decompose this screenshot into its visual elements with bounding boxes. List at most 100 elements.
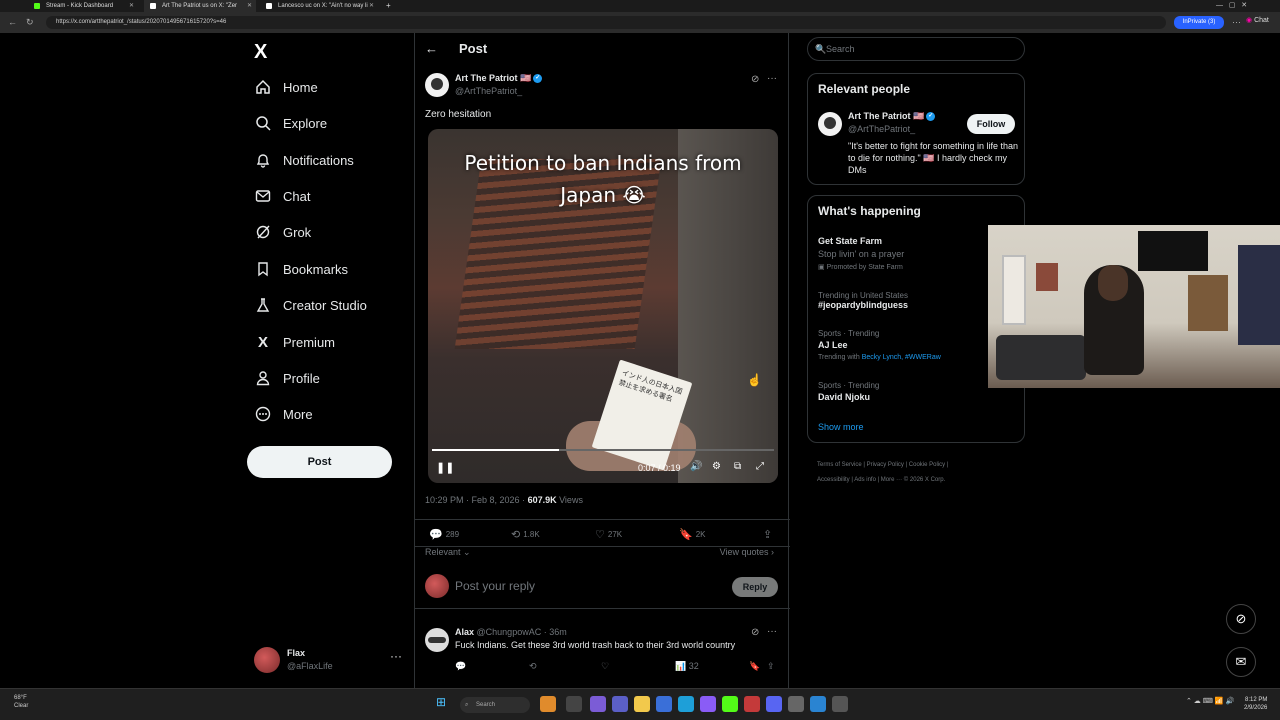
tab-kick-dashboard[interactable]: Stream - Kick Dashboard ✕ — [28, 0, 138, 12]
views-stat[interactable]: 📊 32 — [675, 661, 699, 672]
view-quotes-link[interactable]: View quotes › — [720, 547, 774, 557]
more-dots-icon[interactable]: ··· — [767, 626, 777, 637]
taskbar-app-icon[interactable] — [744, 696, 760, 712]
bookmark-icon — [254, 260, 272, 278]
bookmark-icon[interactable]: 🔖 — [749, 661, 760, 672]
taskbar-app-icon[interactable] — [722, 696, 738, 712]
more-dots-icon[interactable]: ··· — [767, 73, 777, 84]
repost-action[interactable]: ⟲ 1.8K — [511, 528, 540, 541]
nav-more[interactable]: More — [254, 402, 313, 426]
nav-premium[interactable]: X Premium — [254, 330, 335, 354]
trend-item[interactable]: Trending in United States #jeopardyblind… — [818, 291, 908, 310]
inprivate-badge[interactable]: InPrivate (3) — [1174, 16, 1224, 29]
taskbar-app-icon[interactable] — [810, 696, 826, 712]
taskbar-app-icon[interactable] — [656, 696, 672, 712]
nav-notifications[interactable]: Notifications — [254, 148, 354, 172]
reply-sort-dropdown[interactable]: Relevant ⌄ — [425, 547, 471, 558]
taskbar-app-icon[interactable] — [766, 696, 782, 712]
edge-browser-icon[interactable] — [678, 696, 694, 712]
trend-item[interactable]: Sports · Trending AJ Lee Trending with B… — [818, 329, 941, 361]
reply-button[interactable]: Reply — [732, 577, 778, 597]
grok-icon[interactable]: ⊘ — [751, 74, 759, 85]
person-name[interactable]: Art The Patriot 🇺🇸 ✓ — [848, 111, 936, 122]
taskbar-app-icon[interactable] — [832, 696, 848, 712]
system-tray-icons[interactable]: ⌃ ☁ ⌨ 📶 🔊 — [1186, 697, 1234, 705]
nav-grok[interactable]: Grok — [254, 220, 311, 244]
fullscreen-icon[interactable]: ⤢ — [756, 461, 764, 472]
nav-creator-studio[interactable]: Creator Studio — [254, 293, 367, 317]
new-tab-icon[interactable]: + — [386, 0, 391, 12]
heart-icon: ♡ — [595, 529, 605, 541]
nav-profile[interactable]: Profile — [254, 366, 320, 390]
avatar[interactable] — [818, 112, 842, 136]
close-tab-icon[interactable]: ✕ — [129, 0, 134, 12]
tweet-author-name[interactable]: Art The Patriot 🇺🇸 ✓ — [455, 73, 543, 84]
reply-input[interactable]: Post your reply — [455, 579, 535, 593]
more-dots-icon[interactable]: ··· — [390, 649, 402, 663]
copilot-chat-button[interactable]: ◉ Chat — [1246, 16, 1269, 24]
tweet-author-handle[interactable]: @ArtThePatriot_ — [455, 86, 522, 96]
comment-author[interactable]: Alax @ChungpowAC · 36m — [455, 627, 567, 637]
tab-art-the-patriot[interactable]: Art The Patriot us on X: "Zer ✕ — [144, 0, 256, 12]
verified-badge-icon: ✓ — [926, 112, 936, 122]
repost-icon[interactable]: ⟲ — [529, 661, 537, 672]
tab-lancesco[interactable]: Lancesco uc on X: "Ain't no way li ✕ — [260, 0, 378, 12]
nav-explore[interactable]: Explore — [254, 111, 327, 135]
trend-item[interactable]: Sports · Trending David Njoku — [818, 381, 879, 404]
page-title: Post — [459, 41, 488, 56]
window-controls[interactable]: — ▢ ✕ — [1216, 0, 1247, 12]
like-action[interactable]: ♡ 27K — [595, 528, 622, 541]
chevron-right-icon: › — [771, 547, 774, 557]
nav-bookmarks[interactable]: Bookmarks — [254, 257, 348, 281]
url-field[interactable]: https://x.com/artthepatriot_/status/2020… — [46, 16, 1166, 29]
account-switcher[interactable]: Flax @aFlaxLife ··· — [254, 645, 404, 677]
pause-icon[interactable]: ❚❚ — [436, 461, 454, 474]
heart-icon[interactable]: ♡ — [601, 661, 609, 672]
refresh-icon[interactable]: ↻ — [26, 17, 34, 28]
close-tab-icon[interactable]: ✕ — [247, 0, 252, 12]
volume-icon[interactable]: 🔊 — [690, 461, 702, 472]
tweet-author-avatar[interactable] — [425, 73, 449, 97]
grok-icon[interactable]: ⊘ — [751, 627, 759, 638]
mouse-cursor-icon: ☝ — [747, 373, 762, 387]
reply-icon[interactable]: 💬 — [455, 661, 466, 672]
comment-avatar[interactable] — [425, 628, 449, 652]
taskbar-app-icon[interactable] — [700, 696, 716, 712]
taskbar-app-icon[interactable] — [590, 696, 606, 712]
post-button[interactable]: Post — [247, 446, 392, 478]
back-arrow-icon[interactable]: ← — [8, 17, 17, 27]
menu-dots-icon[interactable]: ⋯ — [1232, 17, 1241, 28]
back-arrow-icon[interactable]: ← — [425, 41, 438, 56]
close-tab-icon[interactable]: ✕ — [369, 0, 374, 12]
taskbar-app-icon[interactable] — [566, 696, 582, 712]
messages-fab-button[interactable]: ✉ — [1226, 647, 1256, 677]
share-icon[interactable]: ⇪ — [763, 528, 775, 541]
footer-links[interactable]: Terms of Service | Privacy Policy | Cook… — [817, 458, 1017, 488]
taskbar-app-icon[interactable] — [612, 696, 628, 712]
nav-home[interactable]: Home — [254, 75, 318, 99]
taskbar-search[interactable]: ⌕ Search — [460, 697, 530, 713]
grok-fab-button[interactable]: ⊘ — [1226, 604, 1256, 634]
follow-button[interactable]: Follow — [967, 114, 1015, 134]
show-more-link[interactable]: Show more — [818, 422, 864, 432]
search-icon: ⌕ — [465, 702, 469, 708]
bookmark-action[interactable]: 🔖 2K — [679, 528, 706, 541]
video-player[interactable]: Petition to ban Indians from Japan 😭 インド… — [428, 129, 778, 483]
taskbar-app-icon[interactable] — [788, 696, 804, 712]
taskbar-app-icon[interactable] — [634, 696, 650, 712]
nav-chat[interactable]: Chat — [254, 184, 310, 208]
reply-action[interactable]: 💬 289 — [429, 528, 459, 541]
trend-item[interactable]: Get State Farm Stop livin' on a prayer ▣… — [818, 236, 904, 271]
person-handle[interactable]: @ArtThePatriot_ — [848, 124, 915, 134]
taskbar-clock[interactable]: 8:12 PM 2/9/2026 — [1244, 696, 1267, 712]
whats-happening-title: What's happening — [818, 204, 921, 218]
taskbar-app-icon[interactable] — [540, 696, 556, 712]
settings-gear-icon[interactable]: ⚙ — [712, 461, 721, 472]
share-icon[interactable]: ⇪ — [767, 661, 775, 672]
search-input[interactable]: 🔍 Search — [807, 37, 1025, 61]
video-progress-bar[interactable] — [432, 449, 774, 451]
pip-icon[interactable]: ⧉ — [734, 461, 741, 472]
weather-widget[interactable]: 68°F Clear — [14, 694, 28, 710]
windows-start-icon[interactable]: ⊞ — [436, 695, 446, 709]
x-logo-icon[interactable]: X — [254, 41, 267, 64]
